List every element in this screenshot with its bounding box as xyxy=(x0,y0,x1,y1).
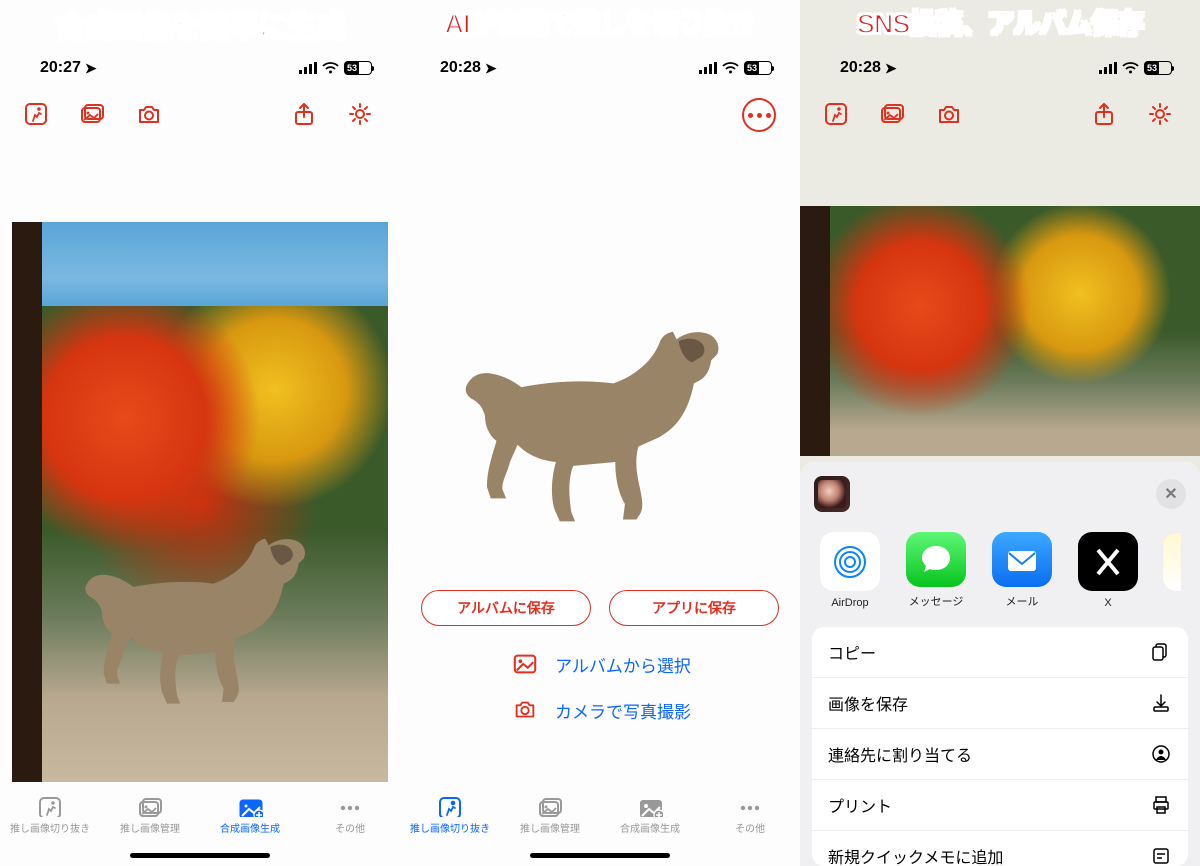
print-icon xyxy=(1150,794,1172,816)
share-actions-list: コピー 画像を保存 連絡先に割り当てる プリント 新規クイックメモに追加 xyxy=(812,627,1188,866)
tab-cutout[interactable]: 推し画像切り抜き xyxy=(400,794,500,835)
toolbar xyxy=(800,96,1200,144)
share-app-more[interactable] xyxy=(1162,532,1182,609)
mail-icon xyxy=(992,532,1052,587)
share-action-copy[interactable]: コピー xyxy=(812,627,1188,678)
tab-other[interactable]: その他 xyxy=(700,794,800,835)
toolbar-share-button[interactable] xyxy=(288,98,324,134)
toolbar-runner-button[interactable] xyxy=(820,98,856,134)
share-action-print[interactable]: プリント xyxy=(812,780,1188,831)
messages-icon xyxy=(906,532,966,587)
share-action-quick-note[interactable]: 新規クイックメモに追加 xyxy=(812,831,1188,866)
status-time: 20:28 xyxy=(440,59,481,77)
signal-icon xyxy=(699,62,717,74)
toolbar-gallery-button[interactable] xyxy=(876,98,912,134)
deer-subject xyxy=(72,512,332,712)
wifi-icon xyxy=(1122,62,1139,74)
toolbar-camera-button[interactable] xyxy=(932,98,968,134)
tab-bar: 推し画像切り抜き 推し画像管理 合成画像生成 その他 xyxy=(400,788,800,866)
download-icon xyxy=(1150,692,1172,714)
save-to-album-button[interactable]: アルバムに保存 xyxy=(421,590,591,626)
screen-cutout: AIが自動で推しを切り抜き 20:28 ➤ 53 アルバムに保存 アプリに保存 … xyxy=(400,0,800,866)
share-app-x[interactable]: X xyxy=(1076,532,1140,609)
battery-icon: 53 xyxy=(1144,61,1172,75)
tab-other[interactable]: その他 xyxy=(300,794,400,835)
caption-3: SNS投稿、アルバム保存 xyxy=(800,2,1200,41)
status-bar: 20:28 ➤ 53 xyxy=(800,40,1200,96)
toolbar-share-button[interactable] xyxy=(1088,98,1124,134)
tab-compose[interactable]: 合成画像生成 xyxy=(600,794,700,835)
toolbar-settings-button[interactable] xyxy=(1144,98,1180,134)
toolbar-camera-button[interactable] xyxy=(132,98,168,134)
more-menu-button[interactable] xyxy=(742,98,776,132)
note-icon xyxy=(1150,845,1172,866)
toolbar-settings-button[interactable] xyxy=(344,98,380,134)
signal-icon xyxy=(1099,62,1117,74)
screen-compose: 合成画像を簡単に生成 20:27 ➤ 53 xyxy=(0,0,400,866)
signal-icon xyxy=(299,62,317,74)
tab-manage[interactable]: 推し画像管理 xyxy=(100,794,200,835)
copy-icon xyxy=(1150,641,1172,663)
toolbar-runner-button[interactable] xyxy=(20,98,56,134)
composite-preview-image[interactable] xyxy=(12,222,388,782)
location-arrow-icon: ➤ xyxy=(485,60,497,77)
status-bar: 20:27 ➤ 53 xyxy=(0,40,400,96)
tab-manage[interactable]: 推し画像管理 xyxy=(500,794,600,835)
status-time: 20:28 xyxy=(840,59,881,77)
cutout-preview[interactable] xyxy=(450,286,750,546)
screen-share: SNS投稿、アルバム保存 20:28 ➤ 53 xyxy=(800,0,1200,866)
contact-icon xyxy=(1150,743,1172,765)
tab-cutout[interactable]: 推し画像切り抜き xyxy=(0,794,100,835)
x-icon xyxy=(1078,532,1138,591)
wifi-icon xyxy=(722,62,739,74)
save-to-app-button[interactable]: アプリに保存 xyxy=(609,590,779,626)
share-app-airdrop[interactable]: AirDrop xyxy=(818,532,882,609)
share-thumbnail xyxy=(814,476,850,512)
battery-icon: 53 xyxy=(344,61,372,75)
toolbar-gallery-button[interactable] xyxy=(76,98,112,134)
take-photo-link[interactable]: カメラで写真撮影 xyxy=(400,696,800,724)
toolbar xyxy=(0,96,400,144)
share-action-save-image[interactable]: 画像を保存 xyxy=(812,678,1188,729)
location-arrow-icon: ➤ xyxy=(885,60,897,77)
location-arrow-icon: ➤ xyxy=(85,60,97,77)
share-app-messages[interactable]: メッセージ xyxy=(904,532,968,609)
tab-bar: 推し画像切り抜き 推し画像管理 合成画像生成 その他 xyxy=(0,788,400,866)
camera-icon xyxy=(509,696,541,724)
share-apps-row[interactable]: AirDrop メッセージ メール xyxy=(800,524,1200,623)
share-app-mail[interactable]: メール xyxy=(990,532,1054,609)
composite-preview-image xyxy=(800,206,1200,456)
wifi-icon xyxy=(322,62,339,74)
share-sheet: ✕ AirDrop メッセージ xyxy=(800,462,1200,866)
status-time: 20:27 xyxy=(40,59,81,77)
pick-from-album-link[interactable]: アルバムから選択 xyxy=(400,650,800,678)
airdrop-icon xyxy=(820,532,880,591)
battery-icon: 53 xyxy=(744,61,772,75)
close-button[interactable]: ✕ xyxy=(1156,479,1186,509)
picture-icon xyxy=(509,650,541,678)
notes-icon xyxy=(1162,532,1182,592)
status-bar: 20:28 ➤ 53 xyxy=(400,40,800,96)
caption-2: AIが自動で推しを切り抜き xyxy=(400,2,800,41)
share-action-assign-contact[interactable]: 連絡先に割り当てる xyxy=(812,729,1188,780)
tab-compose[interactable]: 合成画像生成 xyxy=(200,794,300,835)
